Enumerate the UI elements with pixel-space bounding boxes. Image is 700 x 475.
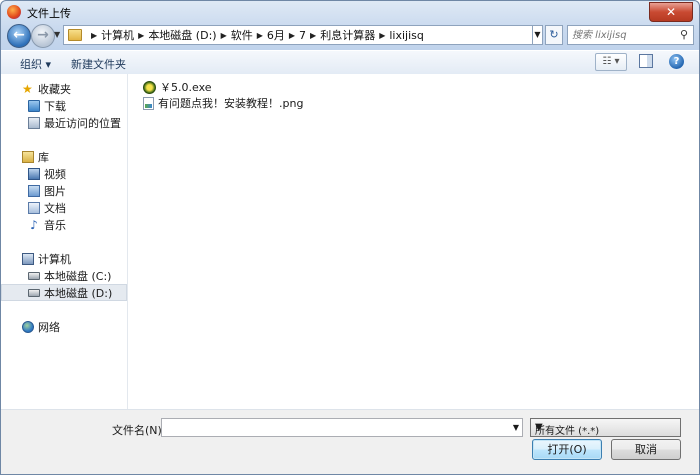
breadcrumb-7[interactable]: 7 <box>299 29 306 42</box>
documents-icon <box>28 201 40 214</box>
chevron-down-icon[interactable]: ▼ <box>513 423 519 432</box>
breadcrumb-june[interactable]: 6月 <box>267 27 285 43</box>
pictures-icon <box>28 184 40 197</box>
breadcrumb-separator-icon[interactable]: ▶ <box>379 31 385 40</box>
file-upload-dialog: 文件上传 ✕ ← → ▼ ▶ 计算机 ▶ 本地磁盘 (D:) ▶ 软件 ▶ 6月… <box>0 0 700 475</box>
chevron-down-icon[interactable]: ▼ <box>535 422 676 433</box>
address-dropdown-chevron-icon[interactable]: ▼ <box>533 25 543 45</box>
breadcrumb-separator-icon[interactable]: ▶ <box>310 31 316 40</box>
nav-item-label: 图片 <box>44 184 66 198</box>
address-bar[interactable]: ▶ 计算机 ▶ 本地磁盘 (D:) ▶ 软件 ▶ 6月 ▶ 7 ▶ 利息计算器 … <box>63 25 533 45</box>
window-title: 文件上传 <box>27 7 71 20</box>
breadcrumb-separator-icon[interactable]: ▶ <box>257 31 263 40</box>
nav-item-label: 下载 <box>44 99 66 113</box>
breadcrumb-drive-d[interactable]: 本地磁盘 (D:) <box>148 27 216 43</box>
nav-item-documents[interactable]: 文档 <box>1 199 127 216</box>
music-note-icon: ♪ <box>30 217 38 232</box>
nav-favorites[interactable]: ★ 收藏夹 <box>1 80 127 97</box>
nav-network[interactable]: 网络 <box>1 318 127 335</box>
filename-input[interactable] <box>165 421 505 435</box>
nav-item-music[interactable]: ♪ 音乐 <box>1 216 127 233</box>
file-name: 有问题点我！安装教程！.png <box>158 97 304 110</box>
nav-network-label: 网络 <box>38 320 60 334</box>
videos-icon <box>28 167 40 180</box>
network-globe-icon <box>22 320 34 333</box>
file-item[interactable]: 有问题点我！安装教程！.png <box>143 95 303 111</box>
nav-item-drive-d[interactable]: 本地磁盘 (D:) <box>1 284 127 301</box>
breadcrumb-interest-calculator[interactable]: 利息计算器 <box>320 27 375 43</box>
nav-item-downloads[interactable]: 下载 <box>1 97 127 114</box>
nav-item-label: 文档 <box>44 201 66 215</box>
organize-button[interactable]: 组织 ▾ <box>20 56 51 72</box>
open-button[interactable]: 打开(O) <box>532 439 602 460</box>
file-list[interactable]: ￥5.0.exe 有问题点我！安装教程！.png <box>128 74 699 409</box>
change-view-button[interactable]: ☷ ▾ <box>595 53 627 71</box>
refresh-button[interactable]: ↻ <box>545 25 563 45</box>
breadcrumb-lixijisq[interactable]: lixijisq <box>389 29 424 42</box>
recent-places-icon <box>28 116 40 129</box>
search-input[interactable] <box>572 28 672 42</box>
search-icon[interactable]: ⚲ <box>680 28 688 41</box>
toolbar: 组织 ▾ 新建文件夹 ☷ ▾ ? <box>1 50 699 75</box>
help-icon[interactable]: ? <box>669 54 684 69</box>
nav-libraries-label: 库 <box>38 150 49 164</box>
nav-item-drive-c[interactable]: 本地磁盘 (C:) <box>1 267 127 284</box>
downloads-folder-icon <box>28 99 40 112</box>
nav-item-videos[interactable]: 视频 <box>1 165 127 182</box>
nav-item-label: 本地磁盘 (C:) <box>44 269 112 283</box>
close-button[interactable]: ✕ <box>649 2 693 22</box>
forward-button[interactable]: → <box>31 24 55 48</box>
file-name: ￥5.0.exe <box>160 81 212 94</box>
drive-icon <box>28 288 40 297</box>
firefox-app-icon <box>7 5 21 19</box>
address-row: ← → ▼ ▶ 计算机 ▶ 本地磁盘 (D:) ▶ 软件 ▶ 6月 ▶ 7 ▶ … <box>1 23 699 49</box>
navigation-pane[interactable]: ★ 收藏夹 下载 最近访问的位置 库 视频 图片 文档 ♪ 音乐 计算机 本地磁… <box>1 74 128 409</box>
nav-computer[interactable]: 计算机 <box>1 250 127 267</box>
favorites-star-icon: ★ <box>22 81 33 96</box>
title-bar: 文件上传 ✕ <box>1 1 699 23</box>
libraries-icon <box>22 150 34 163</box>
recent-pages-chevron-icon[interactable]: ▼ <box>54 30 60 39</box>
filename-label: 文件名(N): <box>112 424 166 437</box>
nav-item-recent-places[interactable]: 最近访问的位置 <box>1 114 127 131</box>
breadcrumb-separator-icon[interactable]: ▶ <box>91 31 97 40</box>
back-button[interactable]: ← <box>7 24 31 48</box>
drive-icon <box>28 271 40 280</box>
content-area: ★ 收藏夹 下载 最近访问的位置 库 视频 图片 文档 ♪ 音乐 计算机 本地磁… <box>1 74 699 409</box>
file-item[interactable]: ￥5.0.exe <box>143 79 212 95</box>
nav-item-label: 音乐 <box>44 218 66 232</box>
new-folder-button[interactable]: 新建文件夹 <box>71 56 126 72</box>
png-image-icon <box>143 96 154 110</box>
folder-icon <box>68 29 82 41</box>
nav-item-label: 本地磁盘 (D:) <box>44 286 113 300</box>
file-type-select[interactable]: 所有文件 (*.*) ▼ <box>530 418 681 437</box>
search-box[interactable]: ⚲ <box>567 25 694 45</box>
computer-icon <box>22 252 34 265</box>
filename-field[interactable]: ▼ <box>161 418 523 437</box>
breadcrumb-separator-icon[interactable]: ▶ <box>221 31 227 40</box>
exe-app-icon <box>143 80 156 94</box>
bottom-panel: 文件名(N): ▼ 所有文件 (*.*) ▼ 打开(O) 取消 <box>1 409 699 474</box>
nav-item-pictures[interactable]: 图片 <box>1 182 127 199</box>
preview-pane-icon[interactable] <box>639 54 653 68</box>
breadcrumb-computer[interactable]: 计算机 <box>101 27 134 43</box>
breadcrumb-software[interactable]: 软件 <box>231 27 253 43</box>
nav-item-label: 视频 <box>44 167 66 181</box>
nav-computer-label: 计算机 <box>38 252 71 266</box>
nav-item-label: 最近访问的位置 <box>44 116 121 130</box>
nav-favorites-label: 收藏夹 <box>38 82 71 96</box>
nav-libraries[interactable]: 库 <box>1 148 127 165</box>
cancel-button[interactable]: 取消 <box>611 439 681 460</box>
breadcrumb-separator-icon[interactable]: ▶ <box>289 31 295 40</box>
breadcrumb-separator-icon[interactable]: ▶ <box>138 31 144 40</box>
